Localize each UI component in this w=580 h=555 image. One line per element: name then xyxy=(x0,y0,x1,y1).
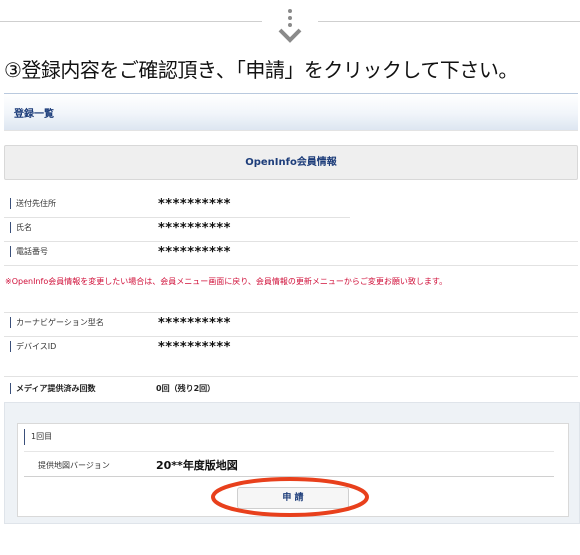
member-row-name: 氏名 ********** xyxy=(4,218,578,242)
highlight-ellipse xyxy=(211,477,369,517)
down-arrow-icon xyxy=(278,9,302,43)
row-value: ********** xyxy=(158,245,231,260)
provision-title: 1回目 xyxy=(24,429,561,445)
divider-right xyxy=(318,21,580,22)
media-count-label: メディア提供済み回数 xyxy=(10,383,95,394)
section-title: OpenInfo会員情報 xyxy=(4,145,578,180)
card-separator xyxy=(24,451,554,452)
row-separator xyxy=(4,265,150,266)
list-header: 登録一覧 xyxy=(4,93,578,131)
row-value: ********** xyxy=(158,340,231,355)
row-value: ********** xyxy=(158,221,231,236)
media-count-value: 0回（残り2回） xyxy=(156,384,216,393)
divider-left xyxy=(0,21,262,22)
list-header-title: 登録一覧 xyxy=(14,109,54,120)
row-label: 電話番号 xyxy=(10,246,48,257)
step-heading: ③登録内容をご確認頂き､「申請」をクリックして下さい。 xyxy=(4,58,518,82)
media-count-row: メディア提供済み回数 0回（残り2回） xyxy=(4,376,578,401)
map-version-value: 20**年度版地図 xyxy=(156,459,238,472)
map-version-label: 提供地図バージョン xyxy=(38,461,110,470)
member-row-address: 送付先住所 ********** xyxy=(4,194,578,218)
row-label: 送付先住所 xyxy=(10,198,56,209)
member-row-phone: 電話番号 ********** xyxy=(4,242,578,266)
row-label: 氏名 xyxy=(10,222,32,233)
row-value: ********** xyxy=(158,316,231,331)
notice-text: ※OpenInfo会員情報を変更したい場合は、会員メニュー画面に戻り、会員情報の… xyxy=(5,277,448,286)
row-label: デバイスID xyxy=(10,341,56,352)
row-value: ********** xyxy=(158,197,231,212)
row-separator xyxy=(150,265,578,266)
row-label: カーナビゲーション型名 xyxy=(10,317,104,328)
car-row-model: カーナビゲーション型名 ********** xyxy=(4,312,578,337)
car-row-device-id: デバイスID ********** xyxy=(4,337,578,361)
